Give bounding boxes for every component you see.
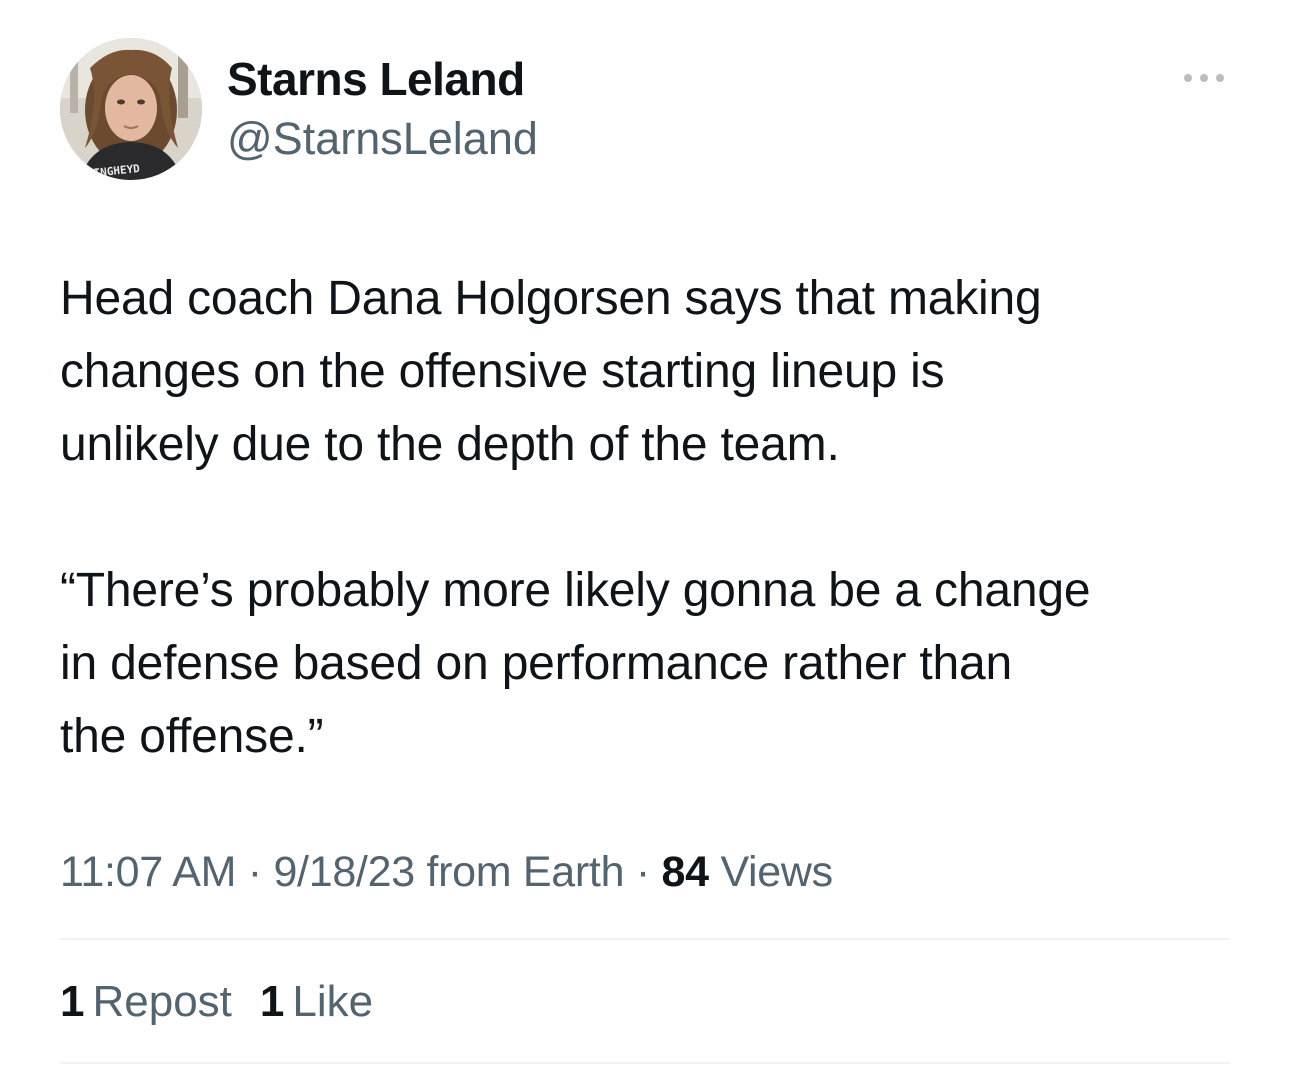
more-button[interactable] (1176, 60, 1232, 96)
tweet-time[interactable]: 11:07 AM (60, 848, 236, 896)
tweet-paragraph: Head coach Dana Holgorsen says that maki… (60, 272, 1042, 471)
reposts-label: Repost (92, 977, 232, 1026)
tweet-paragraph: “There’s probably more likely gonna be a… (60, 564, 1091, 763)
likes-label: Like (292, 977, 374, 1026)
views-label: Views (720, 848, 833, 896)
tweet-stats: 1 Repost 1 Like (60, 977, 373, 1027)
divider (60, 1062, 1230, 1064)
tweet-text: Head coach Dana Holgorsen says that maki… (60, 262, 1260, 773)
views-count[interactable]: 84 (662, 848, 710, 896)
tweet-source: from Earth (426, 848, 625, 896)
meta-separator: · (247, 848, 262, 896)
more-horizontal-icon (1184, 74, 1224, 82)
meta-separator: · (635, 848, 650, 896)
reposts-count: 1 (60, 977, 85, 1026)
handle[interactable]: @StarnsLeland (227, 113, 538, 165)
avatar[interactable]: LKINGHEYD (60, 38, 202, 180)
tweet-card: LKINGHEYD Starns Leland @StarnsLeland He… (0, 0, 1290, 1071)
tweet-date[interactable]: 9/18/23 (273, 848, 415, 896)
avatar-photo: LKINGHEYD (60, 38, 202, 180)
likes-count: 1 (259, 977, 285, 1026)
likes-stat[interactable]: 1 Like (260, 977, 373, 1027)
reposts-stat[interactable]: 1 Repost (60, 977, 232, 1027)
tweet-meta: 11:07 AM · 9/18/23 from Earth · 84 Views (60, 848, 833, 897)
divider (60, 938, 1230, 940)
display-name[interactable]: Starns Leland (227, 52, 525, 106)
